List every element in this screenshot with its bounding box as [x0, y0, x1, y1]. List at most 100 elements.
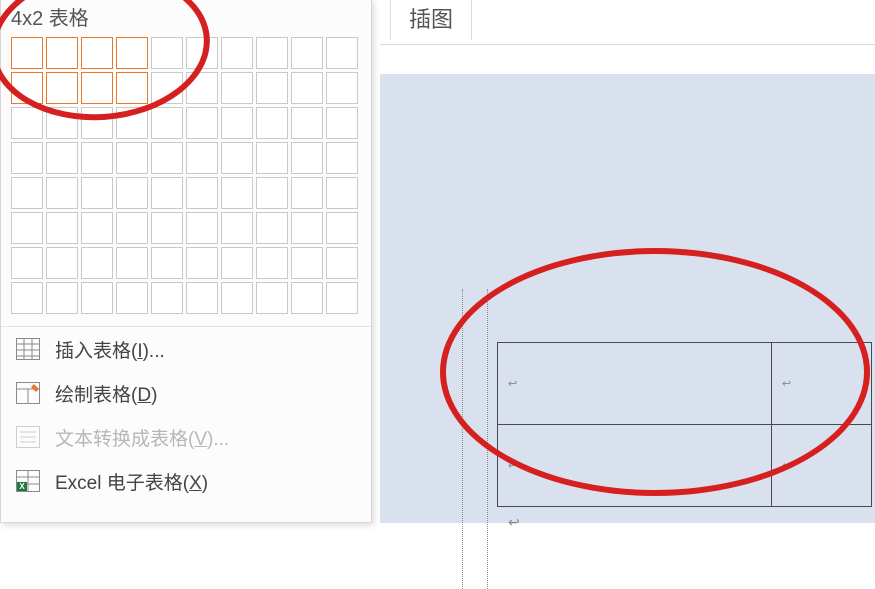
grid-cell[interactable] — [291, 37, 323, 69]
grid-cell[interactable] — [256, 107, 288, 139]
grid-cell[interactable] — [186, 212, 218, 244]
grid-cell[interactable] — [11, 37, 43, 69]
grid-cell[interactable] — [151, 247, 183, 279]
grid-picker[interactable] — [1, 37, 371, 320]
grid-cell[interactable] — [256, 247, 288, 279]
grid-cell[interactable] — [151, 177, 183, 209]
grid-cell[interactable] — [221, 212, 253, 244]
grid-cell[interactable] — [151, 142, 183, 174]
grid-cell[interactable] — [186, 282, 218, 314]
table-cell: ↩ — [772, 425, 872, 507]
grid-cell[interactable] — [46, 72, 78, 104]
ribbon-group-label: 插图 — [390, 0, 472, 40]
grid-cell[interactable] — [221, 247, 253, 279]
grid-cell[interactable] — [46, 107, 78, 139]
grid-cell[interactable] — [221, 37, 253, 69]
grid-cell[interactable] — [151, 107, 183, 139]
grid-cell[interactable] — [186, 142, 218, 174]
grid-cell[interactable] — [81, 177, 113, 209]
grid-cell[interactable] — [81, 247, 113, 279]
grid-cell[interactable] — [81, 282, 113, 314]
grid-cell[interactable] — [256, 72, 288, 104]
grid-cell[interactable] — [11, 142, 43, 174]
grid-cell[interactable] — [221, 282, 253, 314]
grid-cell[interactable] — [81, 37, 113, 69]
table-live-preview: ↩ ↩ ↩ ↩ — [497, 342, 872, 507]
grid-cell[interactable] — [326, 212, 358, 244]
grid-cell[interactable] — [116, 107, 148, 139]
grid-cell[interactable] — [116, 177, 148, 209]
grid-cell[interactable] — [291, 212, 323, 244]
margin-guide — [462, 289, 463, 589]
grid-cell[interactable] — [221, 142, 253, 174]
grid-cell[interactable] — [326, 72, 358, 104]
grid-cell[interactable] — [11, 282, 43, 314]
panel-title: 4x2 表格 — [1, 0, 371, 37]
grid-cell[interactable] — [151, 282, 183, 314]
menu-label: 插入表格(I)... — [55, 336, 165, 363]
grid-cell[interactable] — [81, 212, 113, 244]
grid-cell[interactable] — [11, 247, 43, 279]
grid-cell[interactable] — [11, 212, 43, 244]
grid-cell[interactable] — [291, 72, 323, 104]
menu-label: 绘制表格(D) — [55, 380, 157, 407]
grid-cell[interactable] — [326, 247, 358, 279]
grid-cell[interactable] — [221, 72, 253, 104]
grid-cell[interactable] — [326, 282, 358, 314]
grid-cell[interactable] — [151, 212, 183, 244]
table-cell: ↩ — [498, 425, 772, 507]
grid-cell[interactable] — [326, 107, 358, 139]
grid-cell[interactable] — [11, 72, 43, 104]
table-insert-dropdown: 4x2 表格 插入表格(I)... 绘制表格(D) 文本转换成表格(V)... … — [0, 0, 372, 523]
grid-cell[interactable] — [81, 142, 113, 174]
grid-cell[interactable] — [256, 282, 288, 314]
grid-cell[interactable] — [326, 177, 358, 209]
menu-excel-table[interactable]: X Excel 电子表格(X) — [1, 459, 371, 503]
grid-cell[interactable] — [46, 212, 78, 244]
grid-cell[interactable] — [46, 142, 78, 174]
menu-label: 文本转换成表格(V)... — [55, 424, 229, 451]
grid-cell[interactable] — [116, 142, 148, 174]
grid-cell[interactable] — [11, 107, 43, 139]
grid-cell[interactable] — [186, 107, 218, 139]
grid-cell[interactable] — [221, 177, 253, 209]
grid-cell[interactable] — [256, 142, 288, 174]
document-canvas[interactable]: ↩ ↩ ↩ ↩ ↩ — [380, 74, 875, 523]
grid-cell[interactable] — [116, 247, 148, 279]
grid-cell[interactable] — [291, 282, 323, 314]
grid-cell[interactable] — [326, 37, 358, 69]
grid-cell[interactable] — [186, 37, 218, 69]
menu-insert-table[interactable]: 插入表格(I)... — [1, 327, 371, 371]
grid-cell[interactable] — [46, 37, 78, 69]
table-row: ↩ ↩ — [498, 425, 872, 507]
grid-cell[interactable] — [186, 72, 218, 104]
menu-text-to-table: 文本转换成表格(V)... — [1, 415, 371, 459]
grid-cell[interactable] — [81, 107, 113, 139]
grid-cell[interactable] — [326, 142, 358, 174]
ribbon-separator — [380, 44, 875, 45]
grid-cell[interactable] — [291, 247, 323, 279]
grid-cell[interactable] — [291, 107, 323, 139]
grid-cell[interactable] — [151, 72, 183, 104]
grid-cell[interactable] — [291, 177, 323, 209]
grid-cell[interactable] — [221, 107, 253, 139]
grid-cell[interactable] — [256, 212, 288, 244]
grid-cell[interactable] — [151, 37, 183, 69]
grid-cell[interactable] — [186, 247, 218, 279]
grid-cell[interactable] — [116, 212, 148, 244]
grid-cell[interactable] — [46, 247, 78, 279]
grid-cell[interactable] — [46, 177, 78, 209]
grid-cell[interactable] — [81, 72, 113, 104]
grid-cell[interactable] — [116, 72, 148, 104]
grid-cell[interactable] — [11, 177, 43, 209]
grid-cell[interactable] — [46, 282, 78, 314]
grid-cell[interactable] — [186, 177, 218, 209]
grid-cell[interactable] — [291, 142, 323, 174]
menu-label: Excel 电子表格(X) — [55, 468, 208, 495]
grid-cell[interactable] — [116, 37, 148, 69]
svg-text:X: X — [19, 482, 25, 491]
grid-cell[interactable] — [256, 37, 288, 69]
menu-draw-table[interactable]: 绘制表格(D) — [1, 371, 371, 415]
grid-cell[interactable] — [256, 177, 288, 209]
grid-cell[interactable] — [116, 282, 148, 314]
